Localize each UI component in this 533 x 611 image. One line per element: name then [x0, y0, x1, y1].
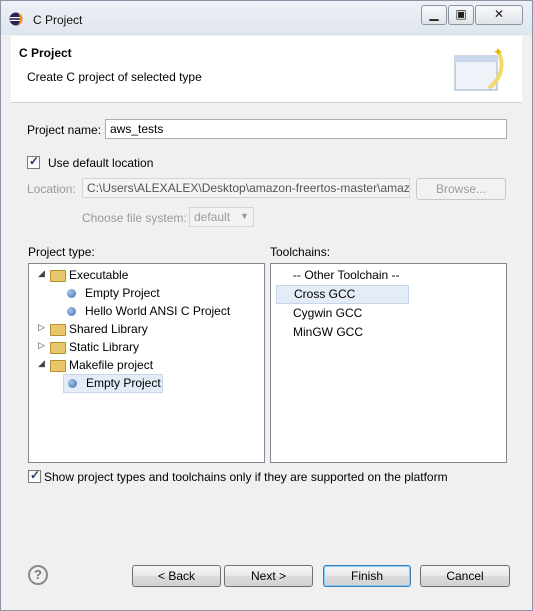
show-supported-checkbox[interactable]: ✓ [28, 468, 41, 483]
minimize-icon: ▁ [429, 7, 439, 21]
project-name-label: Project name: [27, 123, 102, 137]
title-bar[interactable]: C Project ▁ ▣ ✕ [1, 1, 532, 35]
tree-item-makefile-project[interactable]: ◢ Makefile project [38, 357, 258, 375]
project-name-input[interactable]: aws_tests [105, 119, 507, 139]
collapsed-arrow-icon: ▷ [38, 322, 45, 332]
tree-item-empty-project[interactable]: Empty Project [67, 285, 257, 303]
toolchain-item[interactable]: Cygwin GCC [293, 305, 493, 323]
project-type-label: Project type: [28, 245, 95, 259]
toolchain-label: Cygwin GCC [293, 306, 363, 320]
tree-item-label: Static Library [69, 340, 140, 354]
tree-item-hello-world[interactable]: Hello World ANSI C Project [67, 303, 257, 321]
tree-item-makefile-empty-project[interactable]: Empty Project [63, 374, 163, 393]
project-type-tree[interactable]: ◢ Executable Empty Project Hello World A… [28, 263, 265, 463]
folder-open-icon [50, 360, 66, 372]
eclipse-icon [9, 12, 23, 26]
use-default-location-label: Use default location [48, 156, 154, 170]
location-label: Location: [27, 182, 76, 196]
minimize-button[interactable]: ▁ [421, 5, 447, 25]
tree-item-static-library[interactable]: ▷ Static Library [38, 339, 258, 357]
folder-icon [50, 324, 66, 336]
file-system-select[interactable]: default ▼ [189, 207, 254, 227]
cancel-button[interactable]: Cancel [420, 565, 510, 587]
toolchains-label: Toolchains: [270, 245, 331, 259]
tree-item-label: Hello World ANSI C Project [85, 304, 231, 318]
project-template-icon [67, 289, 76, 298]
close-icon: ✕ [493, 7, 505, 21]
page-subtitle: Create C project of selected type [27, 70, 202, 84]
folder-icon [50, 342, 66, 354]
collapsed-arrow-icon: ▷ [38, 340, 45, 350]
help-icon[interactable]: ? [28, 565, 48, 585]
back-button[interactable]: < Back [132, 565, 221, 587]
folder-open-icon [50, 270, 66, 282]
maximize-icon: ▣ [455, 7, 467, 21]
tree-item-label: Empty Project [85, 286, 160, 300]
window-title: C Project [33, 13, 83, 27]
browse-button[interactable]: Browse... [416, 178, 506, 200]
show-supported-label: Show project types and toolchains only i… [44, 470, 448, 484]
new-project-wizard-icon: ✦ [454, 45, 504, 91]
toolchain-item-selected[interactable]: Cross GCC [276, 285, 409, 304]
toolchain-label: MinGW GCC [293, 325, 363, 339]
close-button[interactable]: ✕ [475, 5, 523, 25]
wizard-header: C Project Create C project of selected t… [11, 36, 522, 103]
toolchain-item[interactable]: MinGW GCC [293, 324, 493, 342]
svg-text:✦: ✦ [493, 45, 503, 59]
project-template-icon [68, 379, 77, 388]
toolchain-item[interactable]: -- Other Toolchain -- [293, 267, 493, 285]
maximize-button[interactable]: ▣ [448, 5, 474, 25]
chevron-down-icon: ▼ [240, 211, 249, 221]
expanded-arrow-icon: ◢ [38, 268, 45, 278]
toolchain-label: -- Other Toolchain -- [293, 268, 400, 282]
tree-item-shared-library[interactable]: ▷ Shared Library [38, 321, 258, 339]
tree-item-label: Executable [69, 268, 129, 282]
next-button[interactable]: Next > [224, 565, 313, 587]
tree-item-label: Shared Library [69, 322, 148, 336]
finish-button[interactable]: Finish [323, 565, 411, 587]
use-default-location-checkbox[interactable]: ✓ [27, 154, 40, 169]
file-system-value: default [194, 210, 231, 224]
expanded-arrow-icon: ◢ [38, 358, 45, 368]
file-system-label: Choose file system: [82, 211, 187, 225]
toolchains-list[interactable]: -- Other Toolchain -- Cross GCC Cygwin G… [270, 263, 507, 463]
project-template-icon [67, 307, 76, 316]
tree-item-label: Makefile project [69, 358, 154, 372]
page-title: C Project [19, 46, 72, 60]
toolchain-label: Cross GCC [294, 287, 356, 301]
tree-item-executable[interactable]: ◢ Executable [38, 267, 258, 285]
location-input[interactable]: C:\Users\ALEXALEX\Desktop\amazon-freerto… [82, 178, 410, 198]
tree-item-label: Empty Project [86, 376, 161, 390]
dialog-window: C Project ▁ ▣ ✕ C Project Create C proje… [0, 0, 533, 611]
